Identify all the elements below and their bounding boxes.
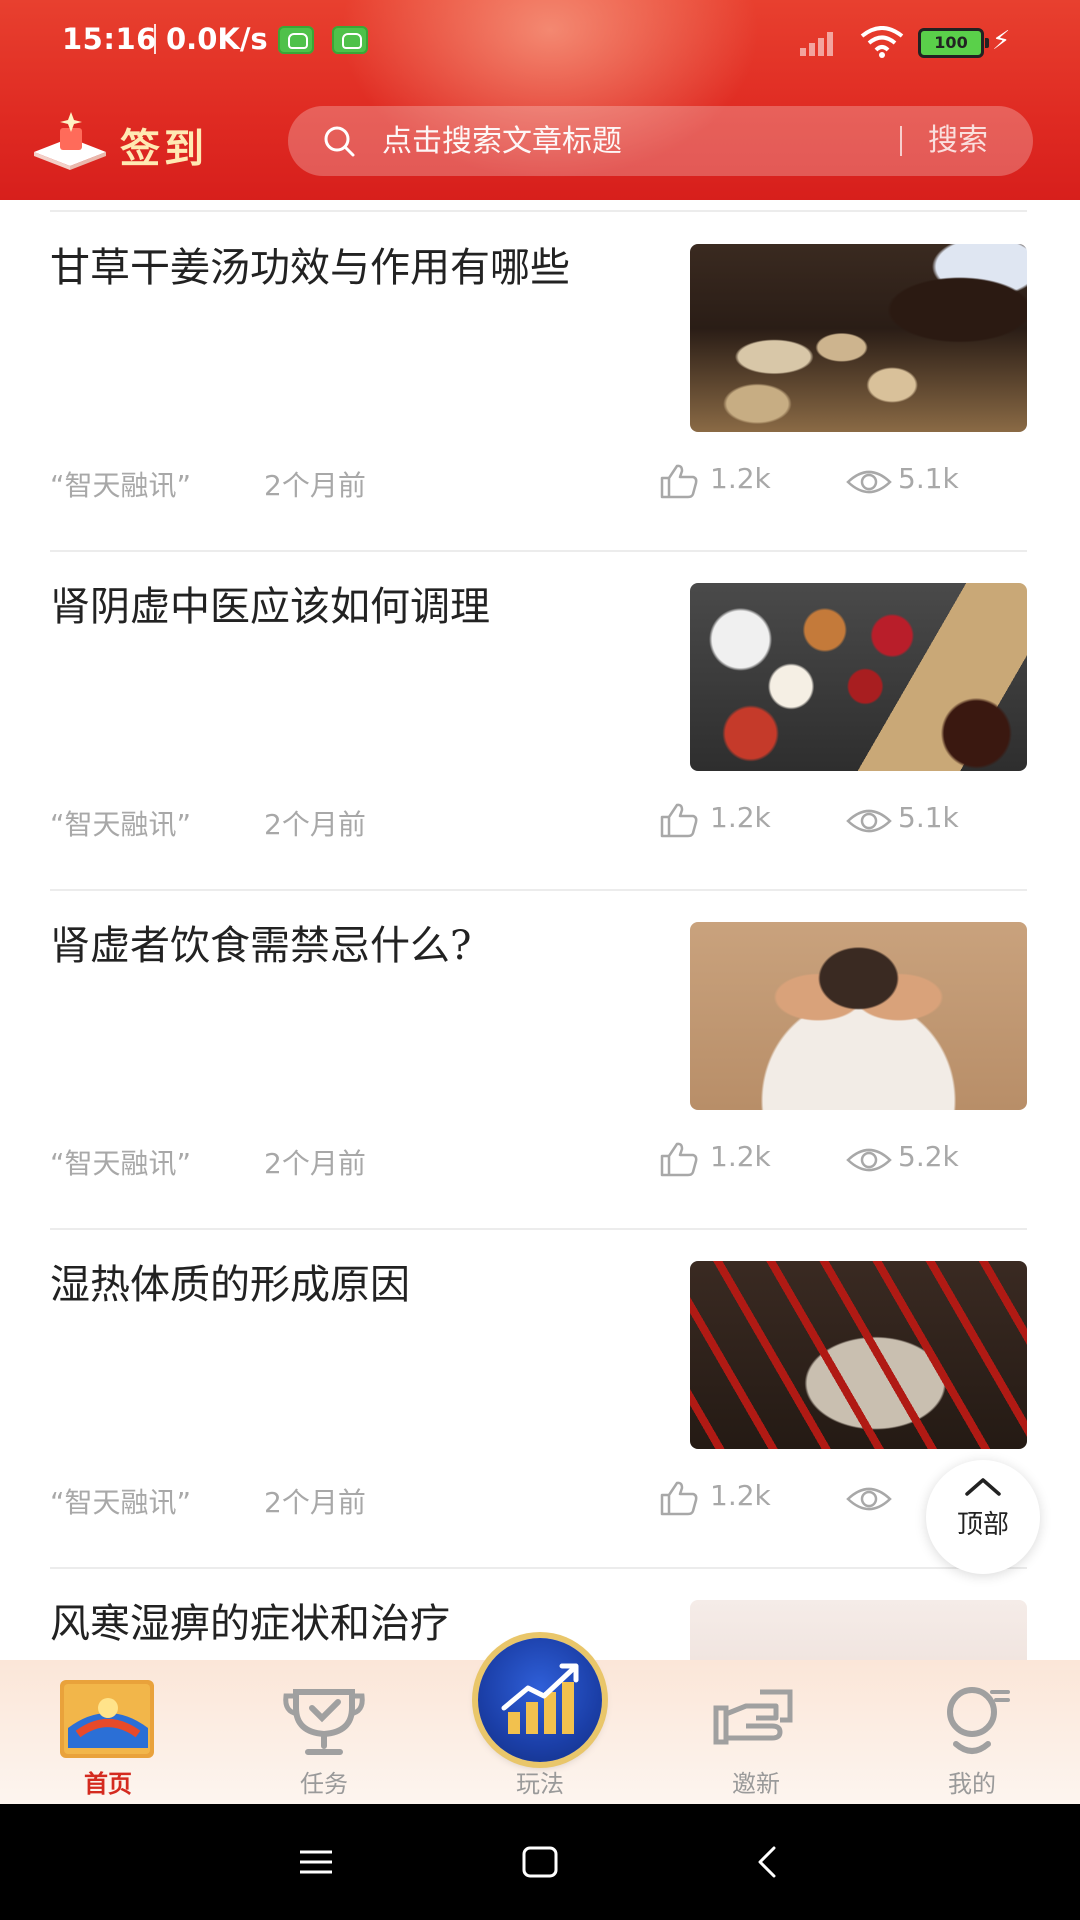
tab-invite-label: 邀新 <box>732 1770 780 1798</box>
article-thumbnail[interactable] <box>690 1600 1027 1660</box>
article-card[interactable]: 湿热体质的形成原因 “智天融讯” 2个月前 1.2k <box>50 1229 1027 1569</box>
signin-label: 签到 <box>120 126 208 172</box>
article-meta: “智天融讯” 2个月前 1.2k 5.1k <box>50 462 1027 504</box>
system-nav-bar <box>0 1804 1080 1920</box>
thumbs-up-icon <box>660 1481 698 1516</box>
tab-tasks[interactable]: 任务 <box>216 1660 432 1804</box>
article-card[interactable]: 肾虚者饮食需禁忌什么? “智天融讯” 2个月前 1.2k 5.2k <box>50 890 1027 1230</box>
article-title[interactable]: 肾阴虚中医应该如何调理 <box>50 579 660 635</box>
article-title[interactable]: 甘草干姜汤功效与作用有哪些 <box>50 240 660 296</box>
home-icon <box>60 1680 154 1758</box>
eye-icon <box>846 470 892 494</box>
thumbs-up-icon <box>660 1142 698 1177</box>
search-divider <box>900 126 902 156</box>
article-meta: “智天融讯” 2个月前 1.2k 5.1k <box>50 801 1027 843</box>
app-notification-icon <box>332 26 368 54</box>
article-title[interactable]: 肾虚者饮食需禁忌什么? <box>50 918 660 974</box>
tab-mine-label: 我的 <box>948 1770 996 1798</box>
search-bar[interactable]: 搜索 <box>288 106 1033 178</box>
app-header: 15:16 0.0K/s 100 ⚡ 签到 点击搜索文章标题 搜索 <box>0 0 1080 200</box>
like-count[interactable]: 1.2k <box>660 462 771 499</box>
article-time: 2个月前 <box>264 808 366 841</box>
signin-icon <box>34 112 106 170</box>
signal-icon <box>800 30 840 56</box>
eye-icon <box>846 1487 892 1511</box>
signin-button[interactable]: 签到 <box>30 110 230 176</box>
eye-icon <box>846 809 892 833</box>
tab-home[interactable]: 首页 <box>0 1660 216 1804</box>
status-separator <box>154 24 156 54</box>
tab-home-label: 首页 <box>84 1770 132 1798</box>
search-button[interactable]: 搜索 <box>928 106 1028 176</box>
article-thumbnail[interactable] <box>690 1261 1027 1449</box>
back-icon[interactable] <box>748 1842 788 1882</box>
tab-tasks-label: 任务 <box>300 1770 348 1798</box>
chevron-up-icon <box>965 1478 1001 1496</box>
status-time: 15:16 <box>62 22 157 56</box>
tab-play-label: 玩法 <box>516 1770 564 1798</box>
article-thumbnail[interactable] <box>690 244 1027 432</box>
article-card[interactable]: 甘草干姜汤功效与作用有哪些 “智天融讯” 2个月前 1.2k 5.1k <box>50 212 1027 552</box>
back-to-top-button[interactable]: 顶部 <box>926 1460 1040 1574</box>
article-card[interactable]: 肾阴虚中医应该如何调理 “智天融讯” 2个月前 1.2k 5.1k <box>50 551 1027 891</box>
article-feed[interactable]: 甘草干姜汤功效与作用有哪些 “智天融讯” 2个月前 1.2k 5.1k 肾阴虚中… <box>0 200 1080 1660</box>
article-thumbnail[interactable] <box>690 922 1027 1110</box>
article-meta: “智天融讯” 2个月前 1.2k 5.2k <box>50 1140 1027 1182</box>
article-time: 2个月前 <box>264 1486 366 1519</box>
menu-icon[interactable] <box>296 1842 336 1882</box>
network-speed: 0.0K/s <box>166 22 268 56</box>
trophy-icon <box>283 1689 365 1755</box>
article-thumbnail[interactable] <box>690 583 1027 771</box>
search-input[interactable] <box>380 106 944 178</box>
home-square-icon[interactable] <box>520 1842 560 1882</box>
view-count: 5.2k <box>846 1140 959 1173</box>
thumbs-up-icon <box>660 464 698 499</box>
thumbs-up-icon <box>660 803 698 838</box>
article-source: “智天融讯” <box>50 469 192 502</box>
app-notification-icon <box>278 26 314 54</box>
article-time: 2个月前 <box>264 469 366 502</box>
status-bar: 15:16 0.0K/s 100 ⚡ <box>0 0 1080 80</box>
battery-icon: 100 <box>918 28 989 58</box>
like-count[interactable]: 1.2k <box>660 1479 771 1516</box>
eye-icon <box>846 1148 892 1172</box>
wifi-icon <box>860 26 904 58</box>
article-meta: “智天融讯” 2个月前 1.2k <box>50 1479 1027 1521</box>
chart-growth-icon <box>501 1663 579 1734</box>
tab-mine[interactable]: 我的 <box>864 1660 1080 1804</box>
article-source: “智天融讯” <box>50 808 192 841</box>
like-count[interactable]: 1.2k <box>660 801 771 838</box>
article-source: “智天融讯” <box>50 1486 192 1519</box>
play-tab-button[interactable] <box>478 1638 602 1762</box>
profile-icon <box>947 1687 1010 1754</box>
system-icons: 100 ⚡ <box>800 24 1040 58</box>
article-time: 2个月前 <box>264 1147 366 1180</box>
search-icon <box>324 126 355 157</box>
like-count[interactable]: 1.2k <box>660 1140 771 1177</box>
article-title[interactable]: 湿热体质的形成原因 <box>50 1257 660 1313</box>
charging-icon: ⚡ <box>992 26 1011 56</box>
tab-invite[interactable]: 邀新 <box>648 1660 864 1804</box>
view-count: 5.1k <box>846 801 959 834</box>
back-to-top-label: 顶部 <box>956 1510 1009 1540</box>
invite-handshake-icon <box>713 1689 793 1745</box>
article-source: “智天融讯” <box>50 1147 192 1180</box>
view-count: 5.1k <box>846 462 959 495</box>
